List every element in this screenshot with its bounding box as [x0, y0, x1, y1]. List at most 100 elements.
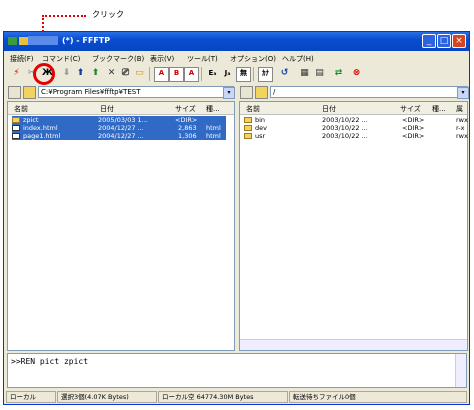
file-date: 2003/10/22 ... [322, 124, 368, 132]
file-type: html [206, 132, 221, 140]
local-file-row[interactable]: zpict 2005/03/03 1... <DIR> [12, 116, 226, 124]
remote-col-type[interactable]: 種... [432, 104, 446, 114]
download-arrow-icon[interactable]: ⬇ [60, 67, 73, 80]
euc-icon[interactable]: Eₐ [206, 67, 219, 80]
remote-file-row[interactable]: dev 2003/10/22 ... <DIR> r-x [244, 124, 466, 132]
file-size: 1,306 [178, 132, 197, 140]
ffftp-app-icon [8, 37, 28, 45]
status-queue: 転送待ちファイル0個 [289, 391, 467, 403]
annotation-label: クリック [92, 10, 124, 19]
remote-up-folder-icon[interactable] [240, 86, 253, 99]
folder-icon [244, 133, 252, 139]
file-size: <DIR> [402, 132, 425, 140]
title-bar: (*) - FFFTP _ □ × [4, 32, 469, 51]
file-name: index.html [23, 124, 58, 132]
remote-path-input[interactable] [270, 86, 468, 98]
close-button[interactable]: × [452, 34, 466, 48]
kana-icon[interactable]: ｶﾅ [258, 67, 273, 82]
local-file-row[interactable]: page1.html 2004/12/27 ... 1,306 html [12, 132, 226, 140]
title-masked [28, 36, 58, 45]
remote-col-date[interactable]: 日付 [322, 104, 336, 114]
file-size: <DIR> [175, 116, 198, 124]
local-open-folder-icon[interactable] [23, 86, 36, 99]
ascii-mode-icon[interactable]: A [154, 67, 169, 82]
local-col-date[interactable]: 日付 [100, 104, 114, 114]
local-path-input[interactable] [38, 86, 234, 98]
status-free-space: ローカル空 64774.30M Bytes [158, 391, 288, 403]
auto-mode-icon[interactable]: A [184, 67, 199, 82]
jis-icon[interactable]: Jₐ [221, 67, 234, 80]
remote-file-list[interactable]: 名前 日付 サイズ 種... 属 bin 2003/10/22 ... <DIR… [239, 101, 468, 351]
remote-file-row[interactable]: usr 2003/10/22 ... <DIR> rwx [244, 132, 468, 140]
file-date: 2004/12/27 ... [98, 124, 144, 132]
file-size: <DIR> [402, 124, 425, 132]
file-date: 2005/03/03 1... [98, 116, 148, 124]
file-name: bin [255, 116, 266, 124]
mkdir-icon[interactable]: ▭ [133, 67, 146, 80]
status-mode: ローカル [6, 391, 56, 403]
local-col-type[interactable]: 種... [206, 104, 220, 114]
html-file-icon [12, 133, 20, 139]
local-path-dropdown-icon[interactable]: ▾ [223, 87, 235, 99]
list-view-icon[interactable]: ▦ [298, 67, 311, 80]
maximize-button[interactable]: □ [437, 34, 451, 48]
file-attr: rwx [456, 116, 468, 124]
toolbar: ⚡ ✂ Ж ⬇ ⬆ ⬆ ✕ ⎚ ▭ A B A Eₐ Jₐ 無 ｶﾅ ↺ ▦ ▤… [4, 65, 469, 83]
stop-icon[interactable]: ⊗ [350, 67, 363, 80]
file-size: 2,863 [178, 124, 197, 132]
remote-address-bar: ▾ [240, 85, 469, 99]
local-col-name[interactable]: 名前 [14, 104, 28, 114]
file-name: zpict [23, 116, 39, 124]
remote-horizontal-scrollbar[interactable] [240, 339, 467, 350]
no-convert-icon[interactable]: 無 [236, 67, 251, 82]
file-attr: rwx [456, 132, 468, 140]
remote-column-header: 名前 日付 サイズ 種... 属 [240, 102, 467, 115]
detail-view-icon[interactable]: ▤ [313, 67, 326, 80]
menu-bar: 接続(F) コマンド(C) ブックマーク(B) 表示(V) ツール(T) オプシ… [4, 52, 469, 65]
sync-icon[interactable]: ⇄ [332, 67, 345, 80]
file-type: html [206, 124, 221, 132]
annotation-circle [33, 63, 55, 85]
local-address-bar: ▾ [8, 85, 235, 99]
menu-tools[interactable]: ツール(T) [187, 54, 218, 64]
file-date: 2003/10/22 ... [322, 132, 368, 140]
menu-help[interactable]: ヘルプ(H) [282, 54, 314, 64]
menu-connect[interactable]: 接続(F) [10, 54, 34, 64]
refresh-icon[interactable]: ↺ [278, 67, 291, 80]
html-file-icon [12, 125, 20, 131]
remote-open-folder-icon[interactable] [255, 86, 268, 99]
local-up-folder-icon[interactable] [8, 86, 21, 99]
window-title: (*) - FFFTP [62, 36, 111, 45]
rename-icon[interactable]: ⎚ [119, 67, 132, 80]
menu-command[interactable]: コマンド(C) [42, 54, 80, 64]
minimize-button[interactable]: _ [422, 34, 436, 48]
menu-view[interactable]: 表示(V) [150, 54, 174, 64]
remote-file-row[interactable]: bin 2003/10/22 ... <DIR> rwx [244, 116, 468, 124]
connect-icon[interactable]: ⚡ [10, 67, 23, 80]
ffftp-window: (*) - FFFTP _ □ × 接続(F) コマンド(C) ブックマーク(B… [3, 31, 470, 405]
file-date: 2004/12/27 ... [98, 132, 144, 140]
delete-icon[interactable]: ✕ [105, 67, 118, 80]
local-col-size[interactable]: サイズ [175, 104, 196, 114]
local-file-row[interactable]: index.html 2004/12/27 ... 2,863 html [12, 124, 226, 132]
mirror-upload-icon[interactable]: ⬆ [89, 67, 102, 80]
menu-options[interactable]: オプション(O) [230, 54, 276, 64]
file-attr: r-x [456, 124, 465, 132]
log-scrollbar[interactable] [455, 354, 466, 387]
remote-col-name[interactable]: 名前 [246, 104, 260, 114]
menu-bookmark[interactable]: ブックマーク(B) [92, 54, 144, 64]
status-bar: ローカル 選択3個(4.07K Bytes) ローカル空 64774.30M B… [4, 390, 469, 404]
folder-icon [12, 117, 20, 123]
remote-col-attr[interactable]: 属 [456, 104, 463, 114]
command-log: >>REN pict zpict [7, 353, 467, 388]
local-file-list[interactable]: 名前 日付 サイズ 種... zpict 2005/03/03 1... <DI… [7, 101, 235, 351]
local-column-header: 名前 日付 サイズ 種... [8, 102, 234, 115]
annotation-line [42, 15, 86, 17]
file-name: dev [255, 124, 267, 132]
log-text: >>REN pict zpict [11, 357, 89, 366]
file-size: <DIR> [402, 116, 425, 124]
remote-col-size[interactable]: サイズ [400, 104, 421, 114]
upload-arrow-icon[interactable]: ⬆ [74, 67, 87, 80]
binary-mode-icon[interactable]: B [169, 67, 184, 82]
remote-path-dropdown-icon[interactable]: ▾ [457, 87, 469, 99]
